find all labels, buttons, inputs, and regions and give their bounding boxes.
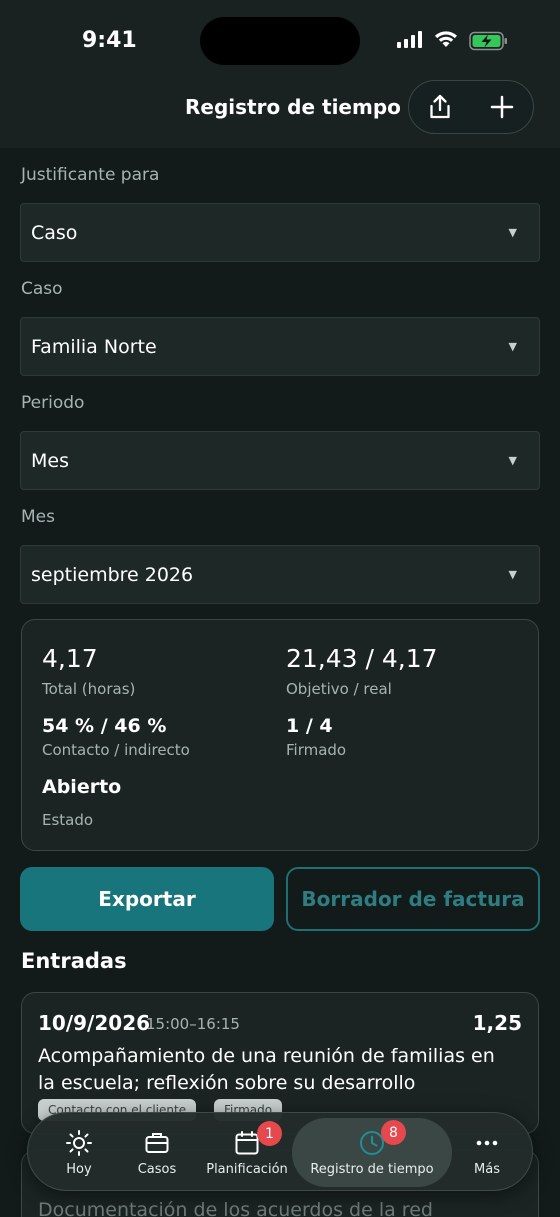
periodo-select[interactable]: Mes ▼ bbox=[20, 431, 540, 490]
tab-hoy[interactable]: Hoy bbox=[40, 1113, 118, 1192]
target-actual-value: 21,43 / 4,17 bbox=[286, 644, 438, 673]
mes-label: Mes bbox=[21, 507, 55, 527]
share-button[interactable] bbox=[409, 81, 471, 133]
justificante-label: Justificante para bbox=[21, 165, 160, 185]
entries-title: Entradas bbox=[21, 949, 127, 973]
tab-mas[interactable]: Más bbox=[452, 1113, 522, 1192]
mes-value: septiembre 2026 bbox=[31, 563, 194, 586]
export-button[interactable]: Exportar bbox=[20, 867, 274, 931]
caso-select[interactable]: Familia Norte ▼ bbox=[20, 317, 540, 376]
status-value: Abierto bbox=[42, 776, 122, 798]
justificante-select[interactable]: Caso ▼ bbox=[20, 203, 540, 262]
entry-time: 15:00–16:15 bbox=[146, 1015, 240, 1033]
sun-icon bbox=[66, 1130, 92, 1156]
tab-label: Casos bbox=[137, 1162, 177, 1177]
entry-date: 10/9/2026 bbox=[38, 1011, 151, 1035]
total-hours-value: 4,17 bbox=[42, 644, 98, 673]
entry-description: Documentación de los acuerdos de la red bbox=[38, 1199, 433, 1217]
contact-ratio-value: 54 % / 46 % bbox=[42, 715, 167, 737]
mes-select[interactable]: septiembre 2026 ▼ bbox=[20, 545, 540, 604]
caret-down-icon: ▼ bbox=[508, 340, 517, 353]
justificante-value: Caso bbox=[31, 221, 78, 244]
tab-casos[interactable]: Casos bbox=[118, 1113, 196, 1192]
wifi-icon bbox=[435, 31, 457, 47]
entry-hours: 1,25 bbox=[472, 1011, 522, 1035]
notification-badge: 8 bbox=[381, 1120, 406, 1145]
notification-badge: 1 bbox=[257, 1121, 282, 1146]
share-icon bbox=[430, 94, 450, 119]
tab-bar: Hoy Casos Planificación 1 Registro de ti… bbox=[27, 1112, 533, 1191]
caso-value: Familia Norte bbox=[31, 335, 157, 358]
page-title: Registro de tiempo bbox=[185, 95, 401, 119]
total-hours-caption: Total (horas) bbox=[42, 680, 136, 698]
tab-label: Hoy bbox=[66, 1162, 92, 1177]
add-entry-button[interactable] bbox=[471, 81, 533, 133]
status-caption: Estado bbox=[42, 811, 94, 829]
entry-description: Acompañamiento de una reunión de familia… bbox=[38, 1045, 495, 1094]
cellular-signal-icon bbox=[397, 31, 422, 48]
caso-label: Caso bbox=[21, 279, 63, 299]
tab-label: Más bbox=[474, 1162, 500, 1177]
target-actual-caption: Objetivo / real bbox=[286, 680, 392, 698]
invoice-draft-button[interactable]: Borrador de factura bbox=[286, 867, 540, 931]
dynamic-island bbox=[200, 17, 360, 65]
status-bar: 9:41 bbox=[0, 0, 560, 80]
tab-planificacion[interactable]: Planificación 1 bbox=[196, 1113, 298, 1192]
periodo-label: Periodo bbox=[21, 393, 85, 413]
caret-down-icon: ▼ bbox=[508, 568, 517, 581]
caret-down-icon: ▼ bbox=[508, 226, 517, 239]
tab-label: Planificación bbox=[206, 1162, 288, 1177]
battery-charging-icon bbox=[469, 31, 507, 51]
caret-down-icon: ▼ bbox=[508, 454, 517, 467]
plus-icon bbox=[490, 95, 514, 119]
tab-registro-de-tiempo[interactable]: Registro de tiempo 8 bbox=[292, 1118, 452, 1187]
tab-label: Registro de tiempo bbox=[310, 1162, 434, 1177]
more-icon bbox=[476, 1140, 498, 1146]
status-time: 9:41 bbox=[82, 28, 137, 53]
nav-header: Registro de tiempo bbox=[0, 80, 560, 148]
periodo-value: Mes bbox=[31, 449, 69, 472]
signed-value: 1 / 4 bbox=[286, 715, 333, 737]
signed-caption: Firmado bbox=[286, 741, 347, 759]
contact-ratio-caption: Contacto / indirecto bbox=[42, 741, 190, 759]
briefcase-icon bbox=[145, 1133, 169, 1153]
summary-card: 4,17 Total (horas) 21,43 / 4,17 Objetivo… bbox=[21, 619, 539, 851]
header-actions bbox=[408, 80, 534, 134]
